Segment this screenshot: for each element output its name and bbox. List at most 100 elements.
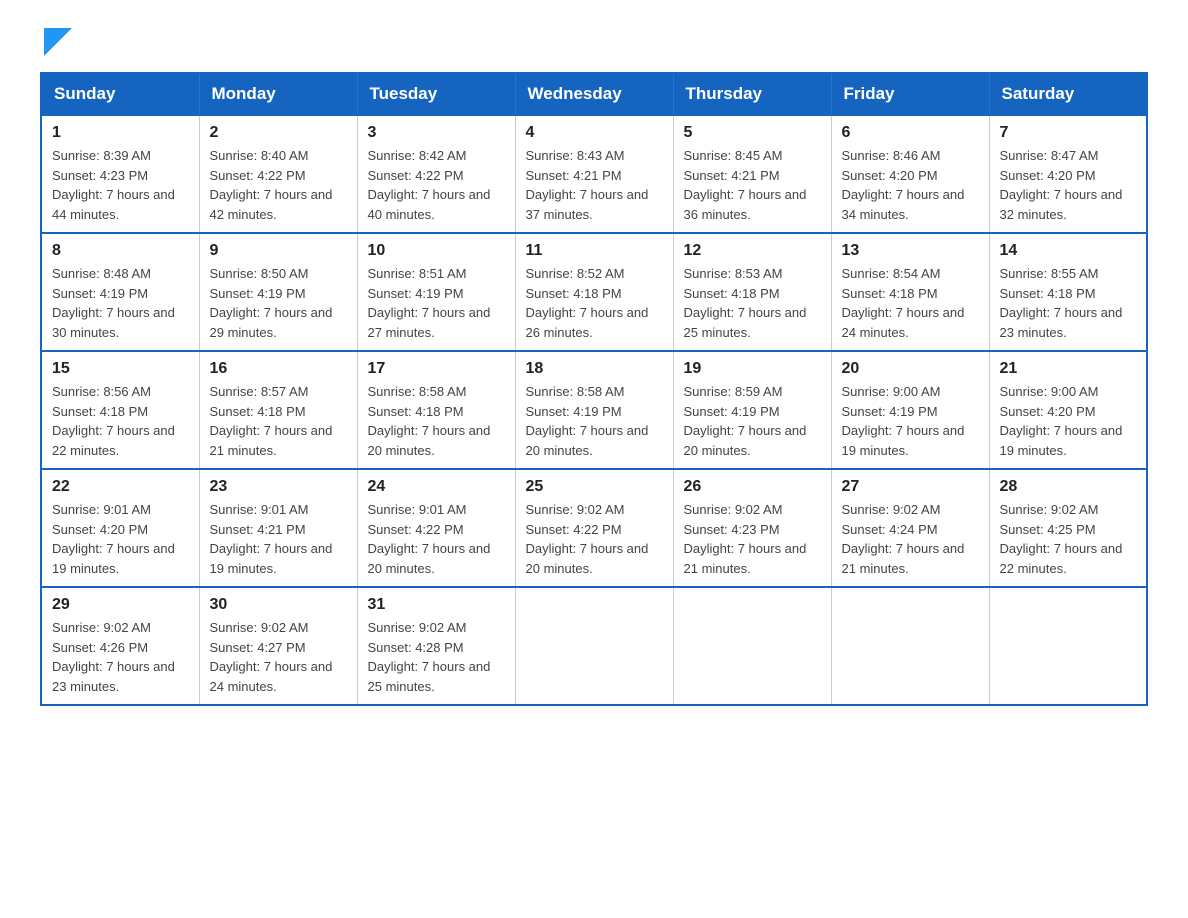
day-info: Sunrise: 8:46 AM Sunset: 4:20 PM Dayligh… — [842, 146, 979, 224]
sunset-label: Sunset: — [368, 404, 416, 419]
sunrise-value: 9:02 AM — [103, 620, 151, 635]
day-number: 21 — [1000, 360, 1137, 378]
sunset-value: 4:18 PM — [889, 286, 937, 301]
sunrise-label: Sunrise: — [210, 502, 261, 517]
sunset-label: Sunset: — [210, 522, 258, 537]
sunset-label: Sunset: — [52, 522, 100, 537]
sunset-value: 4:21 PM — [731, 168, 779, 183]
calendar-cell: 11 Sunrise: 8:52 AM Sunset: 4:18 PM Dayl… — [515, 233, 673, 351]
sunset-value: 4:28 PM — [415, 640, 463, 655]
sunrise-value: 9:02 AM — [577, 502, 625, 517]
day-number: 22 — [52, 478, 189, 496]
calendar-cell: 6 Sunrise: 8:46 AM Sunset: 4:20 PM Dayli… — [831, 115, 989, 233]
calendar-header-saturday: Saturday — [989, 73, 1147, 115]
calendar-cell: 18 Sunrise: 8:58 AM Sunset: 4:19 PM Dayl… — [515, 351, 673, 469]
sunset-label: Sunset: — [210, 168, 258, 183]
sunrise-value: 8:54 AM — [893, 266, 941, 281]
day-number: 2 — [210, 124, 347, 142]
calendar-cell: 25 Sunrise: 9:02 AM Sunset: 4:22 PM Dayl… — [515, 469, 673, 587]
sunrise-label: Sunrise: — [52, 148, 103, 163]
sunrise-label: Sunrise: — [526, 148, 577, 163]
daylight-label: Daylight: — [210, 541, 264, 556]
day-number: 17 — [368, 360, 505, 378]
calendar-header-friday: Friday — [831, 73, 989, 115]
sunrise-label: Sunrise: — [368, 502, 419, 517]
sunset-label: Sunset: — [526, 168, 574, 183]
calendar-table: SundayMondayTuesdayWednesdayThursdayFrid… — [40, 72, 1148, 706]
sunset-value: 4:22 PM — [415, 168, 463, 183]
daylight-label: Daylight: — [526, 423, 580, 438]
sunset-label: Sunset: — [210, 640, 258, 655]
calendar-cell: 15 Sunrise: 8:56 AM Sunset: 4:18 PM Dayl… — [41, 351, 199, 469]
sunset-label: Sunset: — [684, 168, 732, 183]
sunset-value: 4:18 PM — [100, 404, 148, 419]
sunrise-label: Sunrise: — [526, 502, 577, 517]
daylight-label: Daylight: — [52, 659, 106, 674]
daylight-label: Daylight: — [210, 423, 264, 438]
day-number: 12 — [684, 242, 821, 260]
sunset-label: Sunset: — [368, 522, 416, 537]
page-header — [40, 30, 1148, 52]
calendar-cell: 17 Sunrise: 8:58 AM Sunset: 4:18 PM Dayl… — [357, 351, 515, 469]
daylight-label: Daylight: — [368, 541, 422, 556]
day-number: 26 — [684, 478, 821, 496]
sunrise-label: Sunrise: — [842, 384, 893, 399]
sunset-value: 4:19 PM — [889, 404, 937, 419]
sunrise-value: 9:00 AM — [893, 384, 941, 399]
sunrise-value: 9:00 AM — [1051, 384, 1099, 399]
day-info: Sunrise: 8:54 AM Sunset: 4:18 PM Dayligh… — [842, 264, 979, 342]
sunset-value: 4:21 PM — [573, 168, 621, 183]
calendar-cell: 26 Sunrise: 9:02 AM Sunset: 4:23 PM Dayl… — [673, 469, 831, 587]
sunset-value: 4:22 PM — [573, 522, 621, 537]
day-info: Sunrise: 8:45 AM Sunset: 4:21 PM Dayligh… — [684, 146, 821, 224]
calendar-week-row: 1 Sunrise: 8:39 AM Sunset: 4:23 PM Dayli… — [41, 115, 1147, 233]
sunset-value: 4:23 PM — [731, 522, 779, 537]
calendar-cell: 8 Sunrise: 8:48 AM Sunset: 4:19 PM Dayli… — [41, 233, 199, 351]
calendar-cell: 19 Sunrise: 8:59 AM Sunset: 4:19 PM Dayl… — [673, 351, 831, 469]
sunrise-label: Sunrise: — [684, 384, 735, 399]
sunrise-value: 9:01 AM — [419, 502, 467, 517]
day-info: Sunrise: 9:00 AM Sunset: 4:20 PM Dayligh… — [1000, 382, 1137, 460]
calendar-cell: 12 Sunrise: 8:53 AM Sunset: 4:18 PM Dayl… — [673, 233, 831, 351]
day-info: Sunrise: 9:01 AM Sunset: 4:22 PM Dayligh… — [368, 500, 505, 578]
sunrise-label: Sunrise: — [842, 266, 893, 281]
calendar-body: 1 Sunrise: 8:39 AM Sunset: 4:23 PM Dayli… — [41, 115, 1147, 705]
sunrise-value: 8:39 AM — [103, 148, 151, 163]
sunset-value: 4:19 PM — [573, 404, 621, 419]
daylight-label: Daylight: — [684, 305, 738, 320]
daylight-label: Daylight: — [684, 541, 738, 556]
sunset-value: 4:18 PM — [1047, 286, 1095, 301]
sunrise-label: Sunrise: — [52, 266, 103, 281]
calendar-header-monday: Monday — [199, 73, 357, 115]
sunrise-label: Sunrise: — [210, 148, 261, 163]
sunrise-value: 8:53 AM — [735, 266, 783, 281]
sunrise-label: Sunrise: — [52, 384, 103, 399]
sunrise-value: 8:58 AM — [577, 384, 625, 399]
sunset-value: 4:21 PM — [257, 522, 305, 537]
sunrise-value: 8:58 AM — [419, 384, 467, 399]
sunset-label: Sunset: — [684, 404, 732, 419]
sunrise-label: Sunrise: — [368, 384, 419, 399]
calendar-cell: 5 Sunrise: 8:45 AM Sunset: 4:21 PM Dayli… — [673, 115, 831, 233]
day-info: Sunrise: 8:58 AM Sunset: 4:19 PM Dayligh… — [526, 382, 663, 460]
sunset-value: 4:20 PM — [889, 168, 937, 183]
sunrise-label: Sunrise: — [368, 266, 419, 281]
day-number: 24 — [368, 478, 505, 496]
day-number: 15 — [52, 360, 189, 378]
day-number: 11 — [526, 242, 663, 260]
sunset-label: Sunset: — [52, 286, 100, 301]
calendar-header-row: SundayMondayTuesdayWednesdayThursdayFrid… — [41, 73, 1147, 115]
daylight-label: Daylight: — [368, 423, 422, 438]
day-info: Sunrise: 8:47 AM Sunset: 4:20 PM Dayligh… — [1000, 146, 1137, 224]
day-info: Sunrise: 8:42 AM Sunset: 4:22 PM Dayligh… — [368, 146, 505, 224]
daylight-label: Daylight: — [1000, 541, 1054, 556]
sunrise-label: Sunrise: — [684, 502, 735, 517]
day-info: Sunrise: 8:55 AM Sunset: 4:18 PM Dayligh… — [1000, 264, 1137, 342]
sunrise-label: Sunrise: — [684, 266, 735, 281]
daylight-label: Daylight: — [1000, 187, 1054, 202]
sunset-label: Sunset: — [1000, 168, 1048, 183]
sunset-label: Sunset: — [1000, 522, 1048, 537]
day-info: Sunrise: 9:02 AM Sunset: 4:28 PM Dayligh… — [368, 618, 505, 696]
calendar-cell — [673, 587, 831, 705]
sunrise-label: Sunrise: — [526, 384, 577, 399]
